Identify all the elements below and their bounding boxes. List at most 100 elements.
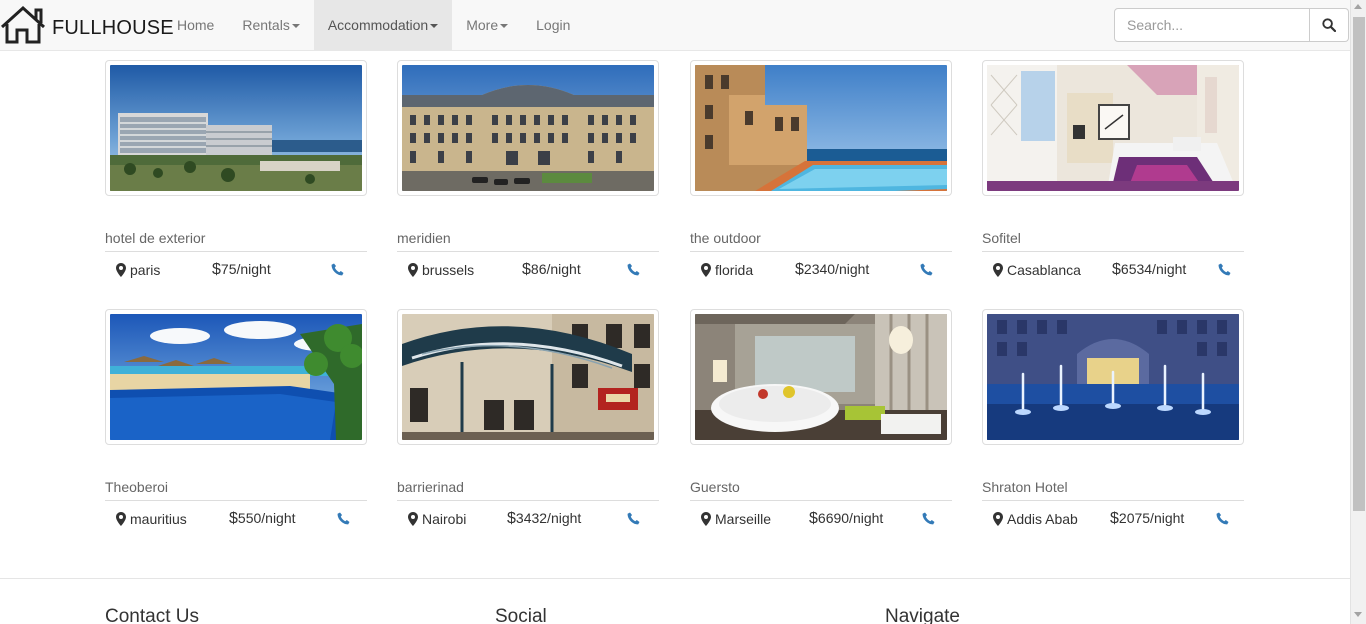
- listing-card: Theoberoi mauritius $550/night: [105, 309, 367, 537]
- listing-price-value: 6534/night: [1120, 261, 1187, 277]
- listing-city: Nairobi: [422, 511, 467, 527]
- listing-meta: Marseille $6690/night: [690, 501, 952, 537]
- listing-city: brussels: [422, 262, 475, 278]
- map-marker-icon: [116, 512, 126, 526]
- phone-icon[interactable]: [920, 263, 933, 276]
- listing-title[interactable]: Theoberoi: [105, 477, 367, 497]
- search-button[interactable]: [1310, 8, 1349, 42]
- phone-icon[interactable]: [627, 263, 640, 276]
- listing-meta: Addis Abab $2075/night: [982, 501, 1244, 537]
- listing-photo-meridien: [402, 65, 654, 191]
- nav-rentals-dropdown[interactable]: Rentals: [228, 0, 313, 50]
- nav-home[interactable]: Home: [163, 0, 228, 50]
- nav-accommodation-dropdown[interactable]: Accommodation: [313, 0, 453, 50]
- phone-icon[interactable]: [1218, 263, 1231, 276]
- footer-divider: [0, 578, 1350, 579]
- dollar-icon: $: [1112, 261, 1121, 278]
- listing-title[interactable]: hotel de exterior: [105, 228, 367, 248]
- listing-meta: Nairobi $3432/night: [397, 501, 659, 537]
- listing-city: mauritius: [130, 511, 187, 527]
- listing-price-value: 6690/night: [817, 510, 884, 526]
- caret-down-icon: [291, 23, 300, 28]
- listing-price: $2075/night: [1110, 510, 1184, 528]
- scroll-down-arrow-icon[interactable]: [1354, 612, 1362, 617]
- listing-thumbnail[interactable]: [105, 60, 367, 196]
- listing-meta: brussels $86/night: [397, 252, 659, 288]
- listing-card: the outdoor florida $2340/night: [690, 60, 952, 288]
- caret-down-icon: [430, 23, 439, 28]
- nav-more-label: More: [466, 17, 499, 33]
- phone-icon[interactable]: [1216, 512, 1229, 525]
- listing-price: $550/night: [229, 510, 296, 528]
- phone-icon[interactable]: [627, 512, 640, 525]
- nav-more-dropdown[interactable]: More: [452, 0, 522, 50]
- footer-social-heading: Social: [495, 606, 547, 624]
- map-marker-icon: [701, 263, 711, 277]
- listing-thumbnail[interactable]: [397, 60, 659, 196]
- page-scrollbar[interactable]: [1350, 0, 1366, 624]
- listing-card: hotel de exterior paris $75/night: [105, 60, 367, 288]
- nav-login-label: Login: [536, 17, 571, 33]
- map-marker-icon: [993, 512, 1003, 526]
- listing-price-value: 2340/night: [803, 261, 870, 277]
- listing-meta: mauritius $550/night: [105, 501, 367, 537]
- scroll-up-arrow-icon[interactable]: [1354, 4, 1362, 9]
- listing-price-value: 550/night: [237, 510, 296, 526]
- listing-meta: paris $75/night: [105, 252, 367, 288]
- footer-contact-heading: Contact Us: [105, 606, 199, 624]
- scrollbar-thumb[interactable]: [1353, 17, 1365, 511]
- search-icon: [1322, 18, 1336, 32]
- dollar-icon: $: [1110, 510, 1119, 527]
- nav-home-label: Home: [177, 17, 215, 33]
- phone-icon[interactable]: [331, 263, 344, 276]
- phone-icon[interactable]: [922, 512, 935, 525]
- map-marker-icon: [993, 263, 1003, 277]
- listing-city: paris: [130, 262, 161, 278]
- listing-thumbnail[interactable]: [397, 309, 659, 445]
- listing-photo-outdoor-pool: [695, 65, 947, 191]
- listing-price: $6690/night: [809, 510, 883, 528]
- listing-thumbnail[interactable]: [105, 309, 367, 445]
- listing-price-value: 2075/night: [1118, 510, 1185, 526]
- listing-photo-round-bed-room: [695, 314, 947, 440]
- phone-icon[interactable]: [337, 512, 350, 525]
- listing-thumbnail[interactable]: [982, 309, 1244, 445]
- dollar-icon: $: [212, 261, 221, 278]
- search-input[interactable]: [1114, 8, 1310, 42]
- dollar-icon: $: [522, 261, 531, 278]
- listing-price-value: 3432/night: [515, 510, 582, 526]
- listing-price: $2340/night: [795, 261, 869, 279]
- main-nav: Home Rentals Accommodation More Login: [163, 0, 584, 50]
- listing-photo-sofitel-room: [987, 65, 1239, 191]
- dollar-icon: $: [229, 510, 238, 527]
- listing-card: Sofitel Casablanca $6534/night: [982, 60, 1244, 288]
- dollar-icon: $: [809, 510, 818, 527]
- listing-title[interactable]: Guersto: [690, 477, 952, 497]
- nav-rentals-label: Rentals: [242, 17, 290, 33]
- listing-city: florida: [715, 262, 754, 278]
- listing-photo-hotel-exterior: [110, 65, 362, 191]
- listing-title[interactable]: meridien: [397, 228, 659, 248]
- house-logo-icon: [0, 5, 46, 44]
- listing-price: $3432/night: [507, 510, 581, 528]
- listing-title[interactable]: the outdoor: [690, 228, 952, 248]
- map-marker-icon: [408, 263, 418, 277]
- brand-link[interactable]: FULLHOUSE: [0, 0, 174, 50]
- caret-down-icon: [500, 23, 509, 28]
- listing-title[interactable]: Shraton Hotel: [982, 477, 1244, 497]
- listing-price: $6534/night: [1112, 261, 1186, 279]
- listing-price-value: 75/night: [220, 261, 271, 277]
- listing-thumbnail[interactable]: [690, 60, 952, 196]
- listing-thumbnail[interactable]: [690, 309, 952, 445]
- dollar-icon: $: [795, 261, 804, 278]
- listing-city: Addis Abab: [1007, 511, 1078, 527]
- listing-title[interactable]: barrierinad: [397, 477, 659, 497]
- nav-login[interactable]: Login: [522, 0, 584, 50]
- listing-price-value: 86/night: [530, 261, 581, 277]
- listing-meta: Casablanca $6534/night: [982, 252, 1244, 288]
- listing-title[interactable]: Sofitel: [982, 228, 1244, 248]
- listing-thumbnail[interactable]: [982, 60, 1244, 196]
- listing-card: Guersto Marseille $6690/night: [690, 309, 952, 537]
- listing-card: barrierinad Nairobi $3432/night: [397, 309, 659, 537]
- map-marker-icon: [701, 512, 711, 526]
